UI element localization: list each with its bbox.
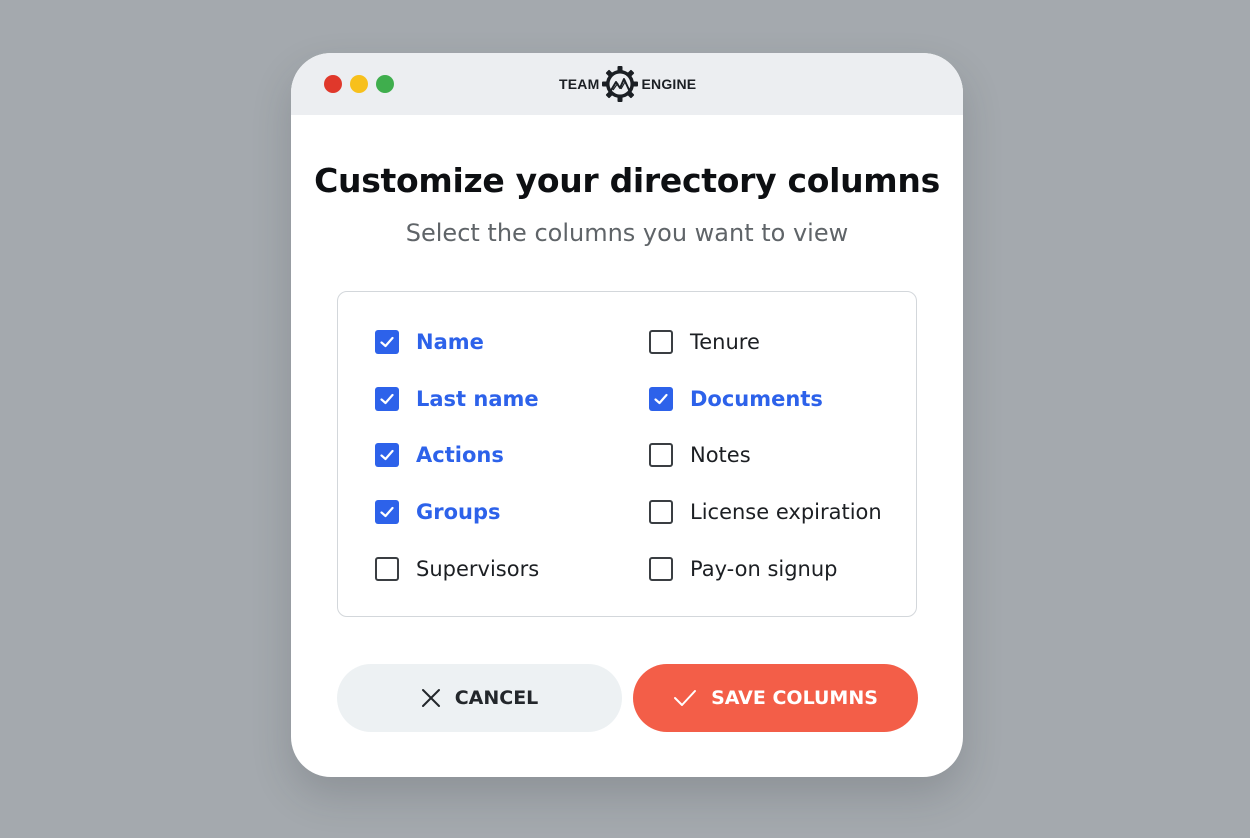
column-option-label: Supervisors	[416, 557, 540, 581]
checkmark-icon	[380, 393, 394, 405]
column-option-label: Notes	[690, 443, 751, 467]
gear-logo-icon	[601, 65, 639, 103]
checkmark-icon	[380, 336, 394, 348]
cancel-button-label: CANCEL	[454, 687, 539, 709]
brand-text-right: ENGINE	[641, 76, 697, 92]
checkbox-checked[interactable]	[375, 387, 399, 411]
column-option-pay-on-signup[interactable]: Pay-on signup	[649, 554, 838, 584]
checkbox-unchecked[interactable]	[649, 443, 673, 467]
checkbox-checked[interactable]	[375, 500, 399, 524]
close-window-dot[interactable]	[324, 75, 342, 93]
checkbox-checked[interactable]	[375, 443, 399, 467]
checkbox-unchecked[interactable]	[649, 330, 673, 354]
column-option-tenure[interactable]: Tenure	[649, 327, 760, 357]
checkmark-icon	[380, 449, 394, 461]
minimize-window-dot[interactable]	[350, 75, 368, 93]
save-columns-button[interactable]: SAVE COLUMNS	[633, 664, 918, 732]
column-option-license-expiration[interactable]: License expiration	[649, 497, 882, 527]
checkmark-icon	[674, 690, 697, 706]
column-option-actions[interactable]: Actions	[375, 440, 504, 470]
column-option-documents[interactable]: Documents	[649, 384, 823, 414]
brand-text-left: TEAM	[559, 76, 600, 92]
dialog-window: TEAM ENGINE Customize your directory col…	[291, 53, 963, 777]
column-option-notes[interactable]: Notes	[649, 440, 751, 470]
column-option-label: Documents	[690, 387, 823, 411]
checkbox-checked[interactable]	[375, 330, 399, 354]
save-button-label: SAVE COLUMNS	[711, 687, 878, 709]
checkbox-unchecked[interactable]	[649, 557, 673, 581]
cancel-button[interactable]: CANCEL	[337, 664, 622, 732]
close-icon	[421, 689, 440, 707]
checkbox-checked[interactable]	[649, 387, 673, 411]
column-option-label: Name	[416, 330, 484, 354]
column-option-label: Groups	[416, 500, 501, 524]
column-option-label: Last name	[416, 387, 539, 411]
window-titlebar: TEAM ENGINE	[291, 53, 963, 115]
dialog-subtitle: Select the columns you want to view	[405, 219, 849, 247]
column-option-label: Actions	[416, 443, 504, 467]
column-options-panel: Name Last name Actions Groups Supervisor…	[337, 291, 917, 617]
team-engine-logo: TEAM ENGINE	[559, 65, 696, 103]
column-option-name[interactable]: Name	[375, 327, 484, 357]
column-option-supervisors[interactable]: Supervisors	[375, 554, 539, 584]
column-option-last-name[interactable]: Last name	[375, 384, 539, 414]
maximize-window-dot[interactable]	[376, 75, 394, 93]
dialog-title: Customize your directory columns	[314, 161, 940, 200]
checkbox-unchecked[interactable]	[649, 500, 673, 524]
column-option-label: Tenure	[690, 330, 760, 354]
checkmark-icon	[654, 393, 668, 405]
column-option-label: Pay-on signup	[690, 557, 838, 581]
column-option-groups[interactable]: Groups	[375, 497, 501, 527]
checkmark-icon	[380, 506, 394, 518]
checkbox-unchecked[interactable]	[375, 557, 399, 581]
column-option-label: License expiration	[690, 500, 882, 524]
